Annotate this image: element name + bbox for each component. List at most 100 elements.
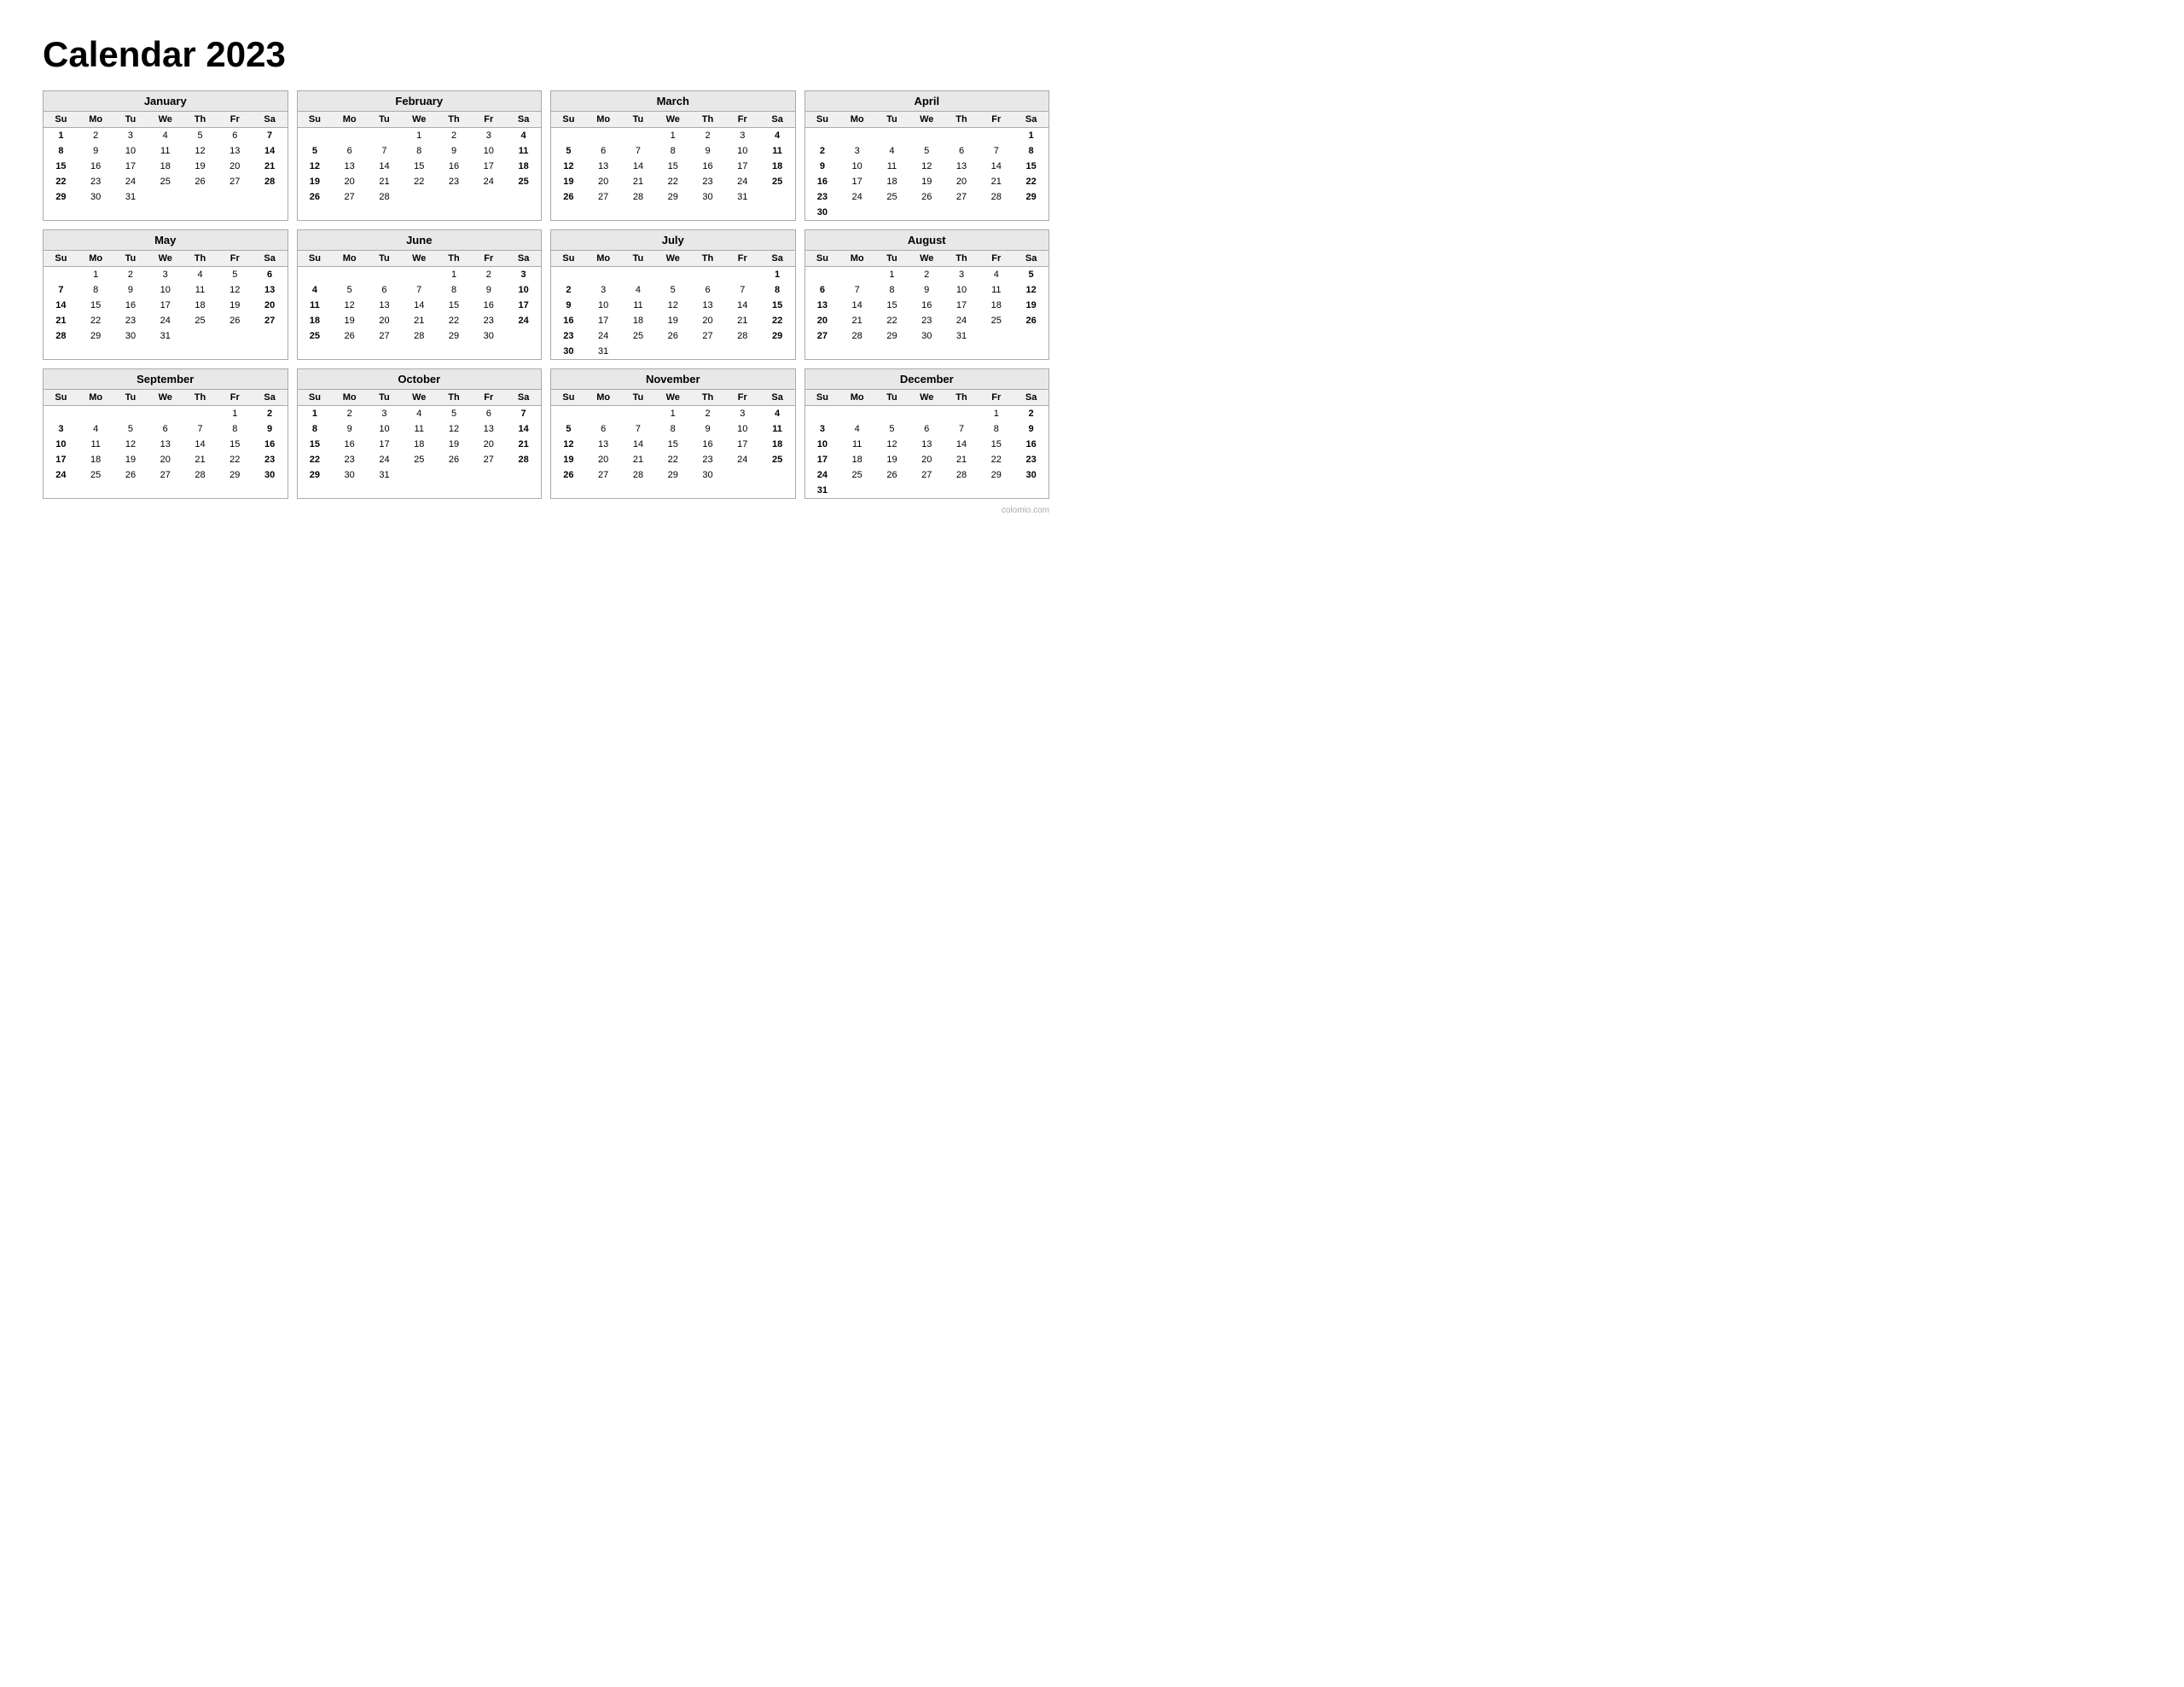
month-block-december: DecemberSuMoTuWeThFrSa123456789101112131…: [804, 368, 1050, 499]
calendar-day: 21: [944, 452, 979, 467]
calendar-day: 19: [332, 313, 367, 328]
calendar-day: 24: [839, 189, 874, 205]
calendar-day: 17: [944, 298, 979, 313]
calendar-day: 5: [113, 421, 148, 437]
calendar-day: 21: [839, 313, 874, 328]
weekday-header: Tu: [621, 390, 656, 406]
calendar-day: 7: [621, 421, 656, 437]
calendar-day: 9: [332, 421, 367, 437]
page-title: Calendar 2023: [43, 34, 1049, 75]
calendar-day: 25: [760, 452, 795, 467]
calendar-day: 22: [979, 452, 1014, 467]
calendar-day: 20: [690, 313, 725, 328]
calendar-day: 12: [655, 298, 690, 313]
calendar-day: 9: [113, 282, 148, 298]
calendar-day: 10: [839, 159, 874, 174]
calendar-day: 27: [332, 189, 367, 205]
calendar-day: 12: [183, 143, 218, 159]
calendar-day: 14: [839, 298, 874, 313]
calendar-day: 8: [979, 421, 1014, 437]
calendar-day: 30: [253, 467, 288, 483]
weekday-header: Th: [690, 390, 725, 406]
calendar-day: [332, 128, 367, 144]
calendar-day: 1: [44, 128, 78, 144]
calendar-day: 19: [655, 313, 690, 328]
calendar-day: 18: [621, 313, 656, 328]
weekday-header: We: [655, 390, 690, 406]
calendar-day: 26: [218, 313, 253, 328]
weekday-header: Su: [805, 251, 840, 267]
calendar-day: 26: [655, 328, 690, 344]
month-table: SuMoTuWeThFrSa12345678910111213141516171…: [805, 251, 1049, 344]
calendar-day: [471, 189, 506, 205]
calendar-day: 9: [690, 421, 725, 437]
calendar-day: [725, 467, 760, 483]
calendar-day: 8: [298, 421, 333, 437]
month-block-august: AugustSuMoTuWeThFrSa12345678910111213141…: [804, 229, 1050, 360]
calendar-day: 11: [874, 159, 909, 174]
calendar-day: 11: [760, 421, 795, 437]
calendar-day: 17: [725, 437, 760, 452]
calendar-day: [909, 483, 944, 498]
calendar-day: 7: [183, 421, 218, 437]
weekday-header: Su: [805, 390, 840, 406]
month-block-march: MarchSuMoTuWeThFrSa123456789101112131415…: [550, 90, 796, 221]
month-table: SuMoTuWeThFrSa12345678910111213141516171…: [44, 112, 288, 205]
calendar-day: 13: [471, 421, 506, 437]
calendar-day: 13: [253, 282, 288, 298]
calendar-day: [586, 128, 621, 144]
calendar-day: 24: [805, 467, 840, 483]
calendar-day: 11: [760, 143, 795, 159]
calendar-day: 26: [551, 467, 586, 483]
weekday-header: Mo: [332, 251, 367, 267]
calendar-day: 25: [506, 174, 541, 189]
calendar-day: 27: [909, 467, 944, 483]
calendar-day: 6: [471, 406, 506, 422]
calendar-day: 8: [874, 282, 909, 298]
calendar-day: 22: [218, 452, 253, 467]
calendar-day: [367, 267, 402, 283]
calendar-day: [437, 189, 472, 205]
calendar-day: [805, 267, 840, 283]
calendar-day: 1: [760, 267, 795, 283]
calendar-day: 20: [805, 313, 840, 328]
calendar-day: 14: [367, 159, 402, 174]
calendar-day: 10: [944, 282, 979, 298]
calendar-day: 16: [805, 174, 840, 189]
calendar-day: 28: [839, 328, 874, 344]
calendar-day: 16: [437, 159, 472, 174]
weekday-header: Su: [551, 251, 586, 267]
calendar-day: [402, 467, 437, 483]
weekday-header: Fr: [725, 390, 760, 406]
calendar-day: 6: [944, 143, 979, 159]
calendar-day: 26: [183, 174, 218, 189]
calendar-day: 28: [944, 467, 979, 483]
calendar-day: 6: [690, 282, 725, 298]
calendar-day: 11: [298, 298, 333, 313]
weekday-header: Sa: [506, 112, 541, 128]
calendar-day: 26: [909, 189, 944, 205]
weekday-header: Tu: [367, 390, 402, 406]
calendar-day: 15: [402, 159, 437, 174]
calendar-day: 25: [78, 467, 113, 483]
month-title: June: [298, 230, 542, 251]
calendar-day: 1: [218, 406, 253, 422]
calendar-day: 11: [621, 298, 656, 313]
calendar-day: 2: [332, 406, 367, 422]
weekday-header: Fr: [725, 112, 760, 128]
weekday-header: Su: [551, 112, 586, 128]
calendar-day: 3: [725, 406, 760, 422]
calendar-day: 3: [148, 267, 183, 283]
calendar-day: 22: [437, 313, 472, 328]
weekday-header: Fr: [979, 112, 1014, 128]
weekday-header: We: [148, 112, 183, 128]
calendar-day: [253, 328, 288, 344]
calendar-day: 1: [298, 406, 333, 422]
weekday-header: Tu: [874, 251, 909, 267]
month-title: March: [551, 91, 795, 112]
month-table: SuMoTuWeThFrSa12345678910111213141516171…: [551, 112, 795, 205]
calendar-day: 21: [44, 313, 78, 328]
calendar-day: 14: [506, 421, 541, 437]
weekday-header: Mo: [839, 251, 874, 267]
calendar-day: 16: [253, 437, 288, 452]
